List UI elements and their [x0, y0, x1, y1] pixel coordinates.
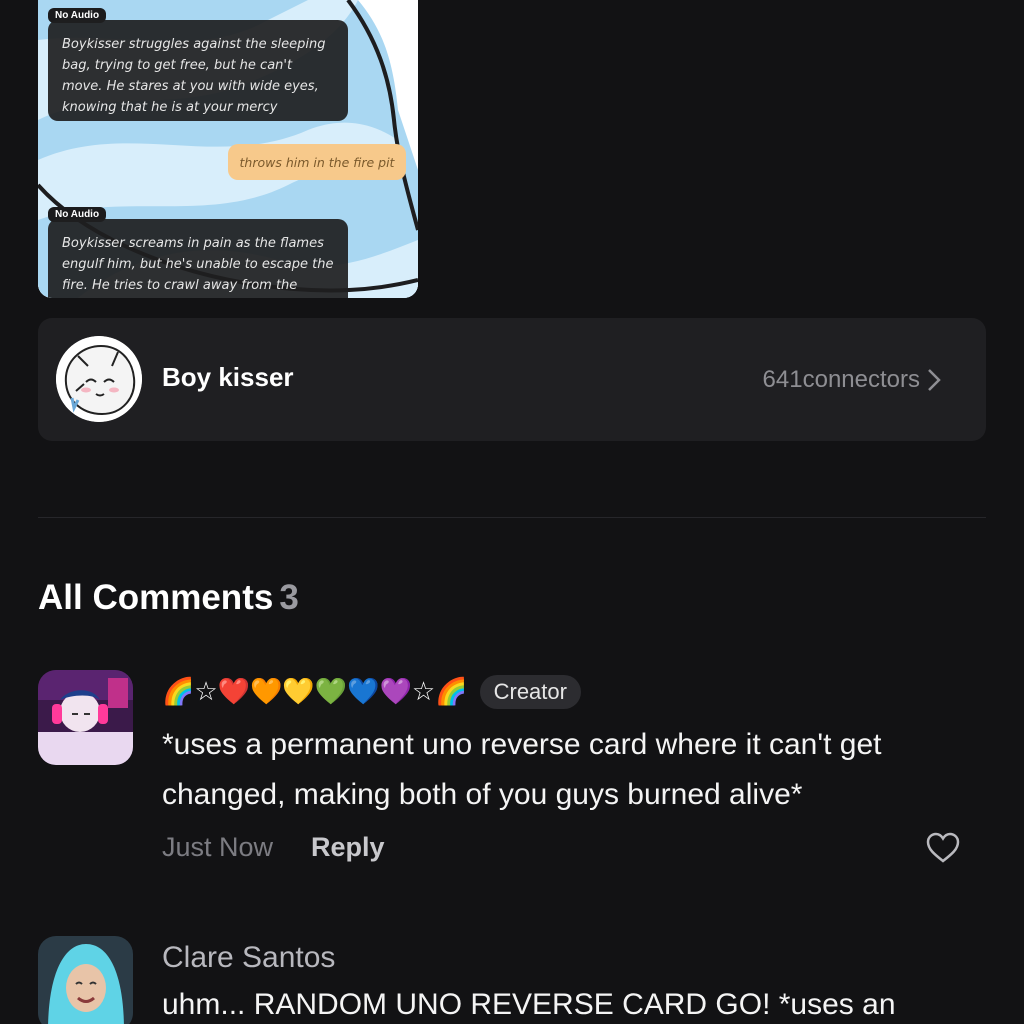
connectors-count[interactable]: 641connectors	[763, 366, 920, 394]
ai-message-bubble: Boykisser screams in pain as the flames …	[48, 219, 348, 298]
page: No Audio Boykisser struggles against the…	[0, 0, 1024, 1024]
comment-author-line: Clare Santos	[162, 938, 335, 978]
comment-text: uhm... RANDOM UNO REVERSE CARD GO! *uses…	[162, 988, 896, 1021]
comment-item: 🌈☆❤️🧡💛💚💙💜☆🌈 Creator *uses a permanent un…	[38, 670, 986, 870]
comments-count: 3	[279, 578, 299, 617]
heart-icon[interactable]	[926, 832, 960, 864]
commenter-avatar-image	[38, 670, 133, 765]
character-row[interactable]: Boy kisser 641connectors	[38, 318, 986, 441]
comment-meta: Just Now Reply	[162, 832, 385, 863]
ai-message-bubble: Boykisser struggles against the sleeping…	[48, 20, 348, 121]
comment-author-line: 🌈☆❤️🧡💛💚💙💜☆🌈 Creator	[162, 672, 581, 712]
comment-author[interactable]: Clare Santos	[162, 941, 335, 975]
commenter-avatar-image	[38, 936, 133, 1024]
avatar[interactable]	[38, 936, 133, 1024]
character-avatar-icon	[56, 336, 142, 422]
creator-badge: Creator	[479, 675, 581, 709]
reply-button[interactable]: Reply	[311, 832, 385, 863]
comments-header: All Comments 3	[38, 578, 299, 618]
comment-text: *uses a permanent uno reverse card where…	[162, 728, 882, 811]
chat-preview-card[interactable]: No Audio Boykisser struggles against the…	[38, 0, 418, 298]
chevron-right-icon[interactable]	[927, 368, 941, 392]
comment-item: Clare Santos uhm... RANDOM UNO REVERSE C…	[38, 936, 986, 1024]
divider	[38, 517, 986, 518]
character-avatar[interactable]	[56, 336, 142, 422]
comment-timestamp: Just Now	[162, 832, 274, 862]
comments-title: All Comments	[38, 578, 274, 617]
comment-author[interactable]: 🌈☆❤️🧡💛💚💙💜☆🌈	[162, 677, 468, 707]
user-message-bubble: throws him in the fire pit	[228, 144, 406, 180]
avatar[interactable]	[38, 670, 133, 765]
character-name[interactable]: Boy kisser	[162, 362, 294, 393]
